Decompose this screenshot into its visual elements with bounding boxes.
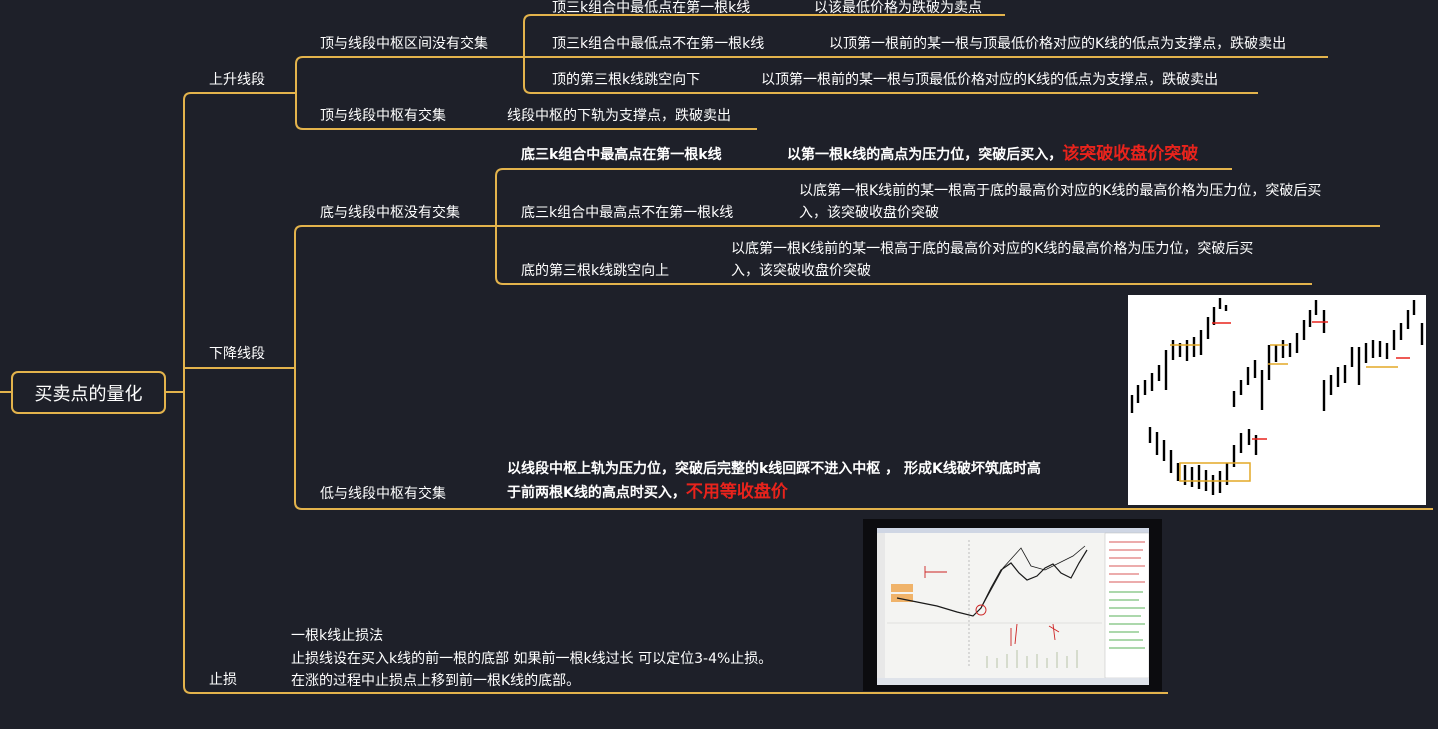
node-down-overlap-emphasis: 不用等收盘价 xyxy=(685,482,788,502)
stop-loss-line-2[interactable]: 止损线设在买入k线的前一根的底部 如果前一根k线过长 可以定位3-4%止损。 xyxy=(291,651,772,667)
node-up-cond-2[interactable]: 顶三k组合中最低点不在第一根k线 xyxy=(552,36,764,52)
node-up-action-2[interactable]: 以顶第一根前的某一根与顶最低价格对应的K线的低点为支撑点，跌破卖出 xyxy=(829,36,1286,52)
down-item1-line xyxy=(495,168,1232,177)
node-down-action-2-line2[interactable]: 入，该突破收盘价突破 xyxy=(799,205,939,221)
node-up-segment[interactable]: 上升线段 xyxy=(209,72,265,88)
candlestick-example-image xyxy=(1128,295,1426,505)
node-down-action-3-line1[interactable]: 以底第一根K线前的某一根高于底的最高价对应的K线的最高价格为压力位，突破后买 xyxy=(731,241,1253,257)
node-down-action-2-line1[interactable]: 以底第一根K线前的某一根高于底的最高价对应的K线的最高价格为压力位，突破后买 xyxy=(799,183,1321,199)
node-up-cond-3[interactable]: 顶的第三根k线跳空向下 xyxy=(552,72,700,88)
trading-software-screenshot xyxy=(863,519,1162,691)
up-item1-line xyxy=(523,14,1005,23)
node-down-overlap[interactable]: 低与线段中枢有交集 xyxy=(320,486,446,502)
node-up-action-3[interactable]: 以顶第一根前的某一根与顶最低价格对应的K线的低点为支撑点，跌破卖出 xyxy=(761,72,1218,88)
node-down-overlap-action-line2[interactable]: 于前两根K线的高点时买入，不用等收盘价 xyxy=(507,482,788,502)
node-down-overlap-action-line1[interactable]: 以线段中枢上轨为压力位，突破后完整的k线回踩不进入中枢 ， 形成K线破坏筑底时高 xyxy=(507,461,1041,477)
node-down-cond-1[interactable]: 底三k组合中最高点在第一根k线 xyxy=(521,147,722,163)
node-down-action-3-line2[interactable]: 入，该突破收盘价突破 xyxy=(731,263,871,279)
root-node[interactable]: 买卖点的量化 xyxy=(11,371,166,414)
node-down-action-1-text: 以第一根k线的高点为压力位，突破后买入， xyxy=(787,147,1063,163)
node-down-cond-2[interactable]: 底三k组合中最高点不在第一根k线 xyxy=(521,205,733,221)
node-up-no-overlap[interactable]: 顶与线段中枢区间没有交集 xyxy=(320,36,488,52)
node-down-action-1[interactable]: 以第一根k线的高点为压力位，突破后买入，该突破收盘价突破 xyxy=(787,144,1199,164)
node-up-overlap-action[interactable]: 线段中枢的下轨为支撑点，跌破卖出 xyxy=(507,108,731,124)
node-up-cond-1[interactable]: 顶三k组合中最低点在第一根k线 xyxy=(552,0,750,16)
node-stop-loss[interactable]: 止损 xyxy=(209,672,237,688)
node-up-action-1[interactable]: 以该最低价格为跌破为卖点 xyxy=(814,0,982,16)
node-up-overlap[interactable]: 顶与线段中枢有交集 xyxy=(320,108,446,124)
up-no-overlap-line xyxy=(295,56,524,65)
trading-chart-screen xyxy=(877,528,1150,685)
candlestick-sketch xyxy=(1130,298,1424,495)
node-down-action-1-emphasis: 该突破收盘价突破 xyxy=(1062,144,1199,164)
down-no-overlap-line xyxy=(294,225,496,234)
stop-loss-line-3[interactable]: 在涨的过程中止损点上移到前一根K线的底部。 xyxy=(291,673,580,689)
stop-loss-line-1[interactable]: 一根k线止损法 xyxy=(291,628,383,644)
trading-chart-sketch xyxy=(877,528,1150,685)
node-down-cond-3[interactable]: 底的第三根k线跳空向上 xyxy=(521,263,669,279)
node-down-segment[interactable]: 下降线段 xyxy=(209,346,265,362)
node-down-overlap-action-text: 于前两根K线的高点时买入， xyxy=(507,485,686,501)
node-down-no-overlap[interactable]: 底与线段中枢没有交集 xyxy=(320,205,460,221)
branch-up-line xyxy=(183,92,278,101)
